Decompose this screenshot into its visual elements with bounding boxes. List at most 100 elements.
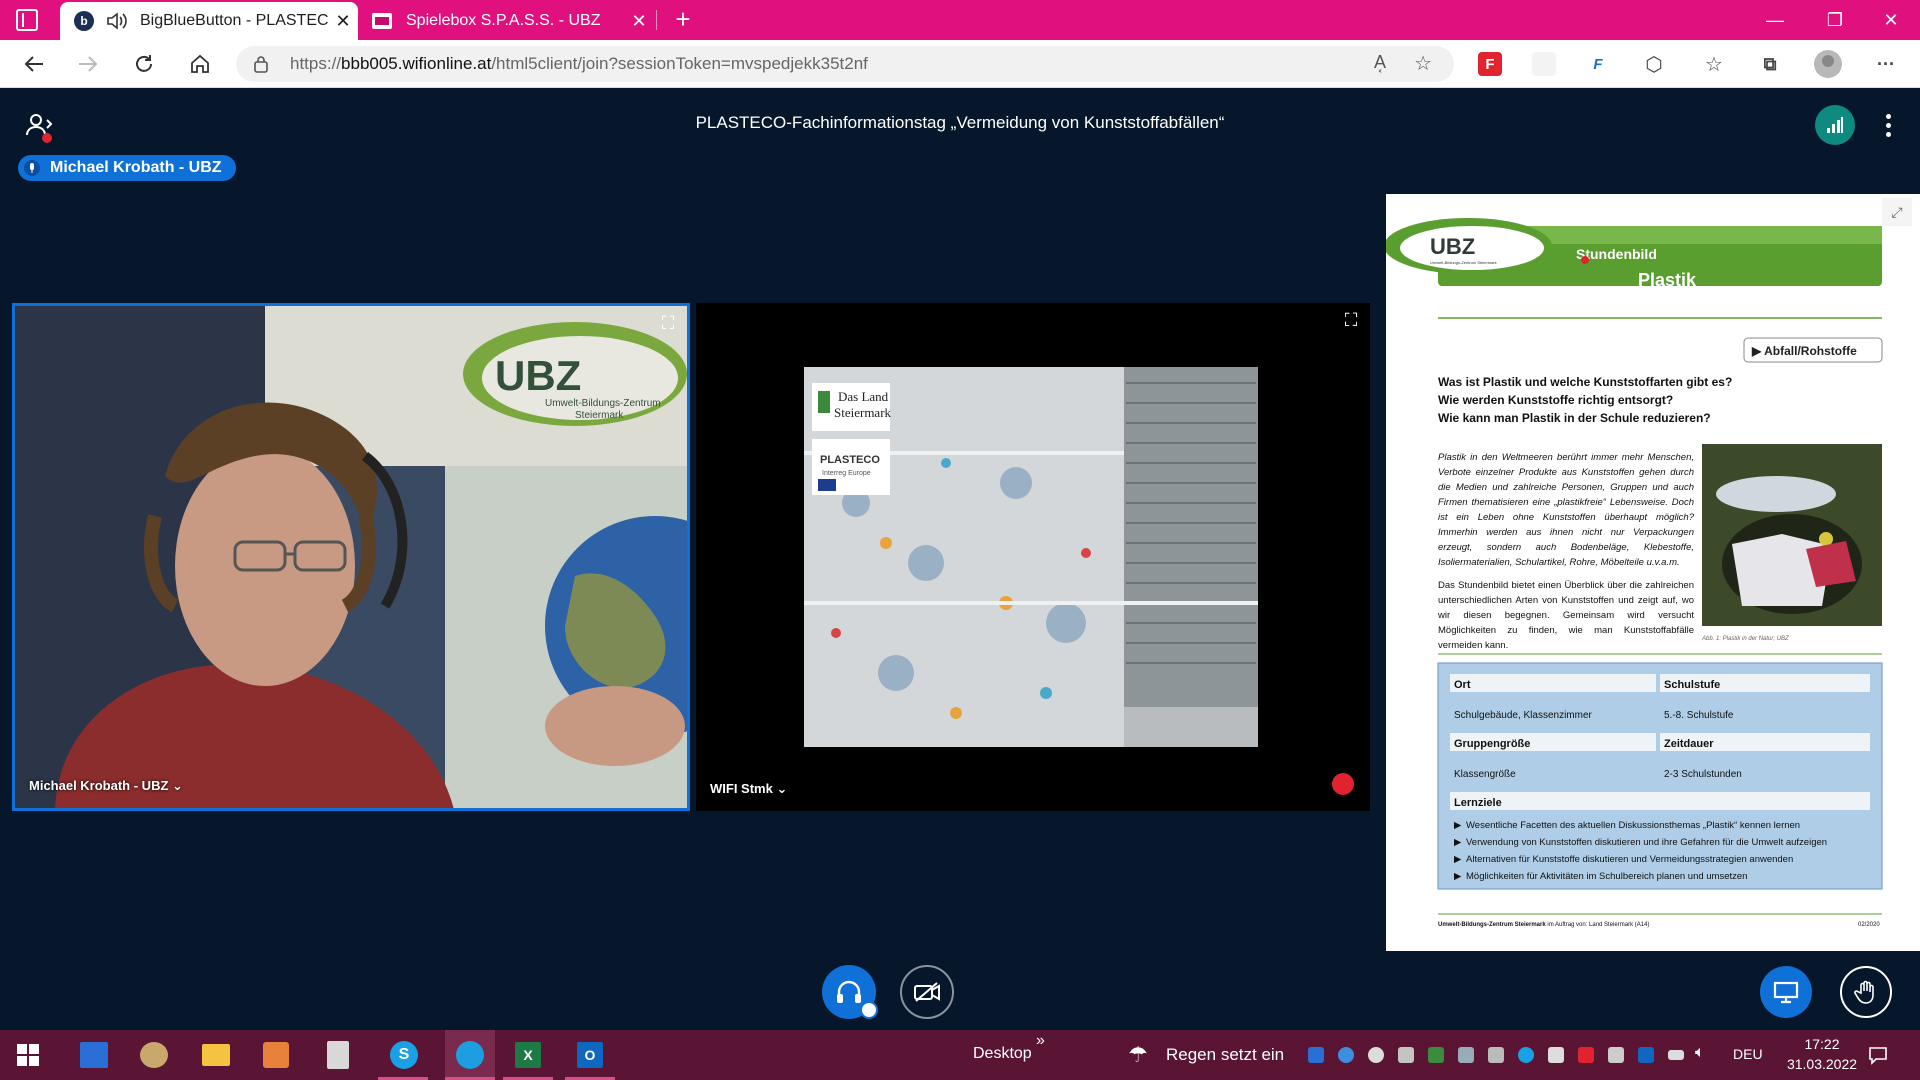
footer-rest: im Auftrag von: Land Steiermark (A14) [1546, 922, 1650, 928]
slide-header-big: Plastik [1638, 270, 1697, 290]
lock-icon[interactable] [254, 55, 268, 73]
app-excel-icon[interactable]: X [508, 1035, 548, 1075]
connection-status-button[interactable] [1815, 105, 1855, 145]
security-shield-icon[interactable] [1428, 1047, 1444, 1063]
tray-usb-icon[interactable] [1488, 1047, 1504, 1063]
info-dauer-value: 2-3 Schulstunden [1664, 769, 1742, 780]
shared-video-frame: Das Land Steiermark PLASTECO Interreg Eu… [696, 303, 1370, 811]
desktop-toolbar-label[interactable]: Desktop [973, 1045, 1032, 1063]
app-media-player-icon[interactable] [256, 1035, 296, 1075]
minimize-button[interactable]: — [1746, 0, 1804, 40]
close-window-button[interactable]: ✕ [1862, 0, 1920, 40]
back-button[interactable] [18, 48, 50, 80]
notification-dot [42, 133, 52, 143]
video-user-name[interactable]: Michael Krobath - UBZ ⌄ [29, 778, 183, 794]
video-tile-wifi[interactable]: Das Land Steiermark PLASTECO Interreg Eu… [696, 303, 1370, 811]
flash-extension-icon[interactable]: F [1478, 52, 1502, 76]
tray-people-icon[interactable] [1398, 1047, 1414, 1063]
fullscreen-icon[interactable]: ⛶ [1338, 307, 1364, 333]
umbrella-icon[interactable]: ☂ [1128, 1042, 1148, 1068]
tray-skype-icon[interactable] [1518, 1047, 1534, 1063]
webcam-off-icon [914, 982, 940, 1002]
app-outlook-icon[interactable]: O [570, 1035, 610, 1075]
refresh-button[interactable] [128, 48, 160, 80]
presentation-toggle-button[interactable] [1760, 966, 1812, 1018]
speaker-icon[interactable] [106, 11, 128, 31]
tray-outlook-icon[interactable] [1638, 1047, 1654, 1063]
plasteco-badge: PLASTECO [820, 454, 880, 466]
microphone-icon [24, 160, 40, 176]
tray-sync-icon[interactable] [1368, 1047, 1384, 1063]
footer-org: Umwelt-Bildungs-Zentrum Steiermark [1438, 922, 1546, 928]
app-calculator-icon[interactable] [318, 1035, 358, 1075]
tray-monitor-icon[interactable] [1458, 1047, 1474, 1063]
presentation-icon [1773, 981, 1799, 1004]
fullscreen-icon[interactable]: ⛶ [655, 310, 681, 336]
profile-avatar[interactable] [1814, 50, 1842, 78]
extensions-icon[interactable]: ⬡ [1642, 52, 1666, 76]
info-ort-label: Ort [1454, 679, 1471, 691]
notification-center-icon[interactable] [1860, 1035, 1896, 1075]
tab-bigbluebutton[interactable]: b BigBlueButton - PLASTECO- ✕ [60, 2, 358, 40]
more-menu-icon[interactable]: ··· [1874, 52, 1898, 76]
muted-microphone-icon [1332, 773, 1354, 795]
back-arrow-icon [24, 56, 43, 72]
ubz-logo-sub2: Steiermark [575, 410, 624, 421]
tab-spielebox[interactable]: Spielebox S.P.A.S.S. - UBZ ✕ [362, 2, 654, 40]
bbb-favicon-icon: b [74, 11, 94, 31]
toolbar-chevron[interactable]: » [1036, 1032, 1045, 1050]
land-steiermark-line2: Steiermark [834, 405, 892, 420]
options-menu-button[interactable] [1880, 109, 1896, 141]
audio-settings-caret[interactable] [860, 1001, 878, 1019]
address-bar[interactable]: https://bbb005.wifionline.at/html5client… [236, 46, 1454, 82]
new-tab-button[interactable]: + [666, 4, 700, 36]
headphones-icon [837, 980, 861, 1003]
weather-text[interactable]: Regen setzt ein [1166, 1045, 1284, 1065]
ubz-slide-logo-sub: Umwelt-Bildungs-Zentrum Steiermark [1430, 260, 1497, 265]
f-extension-icon[interactable]: F [1586, 52, 1610, 76]
favorites-icon[interactable]: ☆ [1702, 52, 1726, 76]
blank-extension-icon[interactable] [1532, 52, 1556, 76]
tab-title: BigBlueButton - PLASTECO- [140, 12, 328, 29]
info-gruppe-value: Klassengröße [1454, 769, 1516, 780]
question-1: Was ist Plastik und welche Kunststoffart… [1438, 375, 1732, 389]
app-edge-icon[interactable] [445, 1030, 495, 1080]
tray-flash-icon[interactable] [1578, 1047, 1594, 1063]
read-aloud-icon[interactable]: A͔ [1374, 52, 1386, 73]
video-user-name[interactable]: WIFI Stmk ⌄ [710, 781, 787, 797]
add-favorite-icon[interactable]: ☆ [1414, 51, 1432, 76]
forward-arrow-icon [79, 56, 98, 72]
battery-icon[interactable] [1668, 1050, 1684, 1060]
windows-logo-icon [17, 1044, 39, 1066]
info-gruppe-label: Gruppengröße [1454, 738, 1530, 750]
presentation-area[interactable]: ⤢ UBZ Umwelt-Bildungs-Zentrum Steiermark… [1386, 194, 1920, 951]
tab-close-icon[interactable]: ✕ [624, 11, 654, 32]
app-file-explorer-icon[interactable] [196, 1035, 236, 1075]
tray-printer-icon[interactable] [1548, 1047, 1564, 1063]
tray-s-icon[interactable] [1308, 1047, 1324, 1063]
tab-close-icon[interactable]: ✕ [328, 11, 358, 32]
app-snipping-icon[interactable] [74, 1035, 114, 1075]
clock-time[interactable]: 17:22 [1792, 1036, 1852, 1052]
clock-date[interactable]: 31.03.2022 [1780, 1056, 1864, 1072]
share-webcam-button[interactable] [900, 965, 954, 1019]
app-paint-icon[interactable] [134, 1035, 174, 1075]
raise-hand-button[interactable] [1840, 966, 1892, 1018]
lernziel-3: Alternativen für Kunststoffe diskutieren… [1466, 854, 1793, 865]
collections-icon[interactable]: ⧉ [1758, 52, 1782, 76]
bluetooth-icon[interactable] [1338, 1047, 1354, 1063]
maximize-button[interactable]: ❐ [1806, 0, 1864, 40]
home-button[interactable] [184, 48, 216, 80]
category-button-text: ▶ Abfall/Rohstoffe [1751, 344, 1857, 358]
app-skype-icon[interactable]: S [384, 1035, 424, 1075]
talking-indicator[interactable]: Michael Krobath - UBZ [18, 155, 236, 181]
input-language[interactable]: DEU [1733, 1046, 1763, 1062]
start-button[interactable] [8, 1035, 48, 1075]
svg-text:▶: ▶ [1454, 871, 1462, 882]
video-tile-speaker[interactable]: UBZ Umwelt-Bildungs-Zentrum Steiermark M… [12, 303, 690, 811]
volume-icon[interactable]: 🔈︎ [1695, 1044, 1705, 1062]
forward-button[interactable] [72, 48, 104, 80]
workspaces-icon[interactable] [16, 9, 38, 31]
url-text[interactable]: https://bbb005.wifionline.at/html5client… [290, 54, 868, 74]
network-icon[interactable] [1608, 1047, 1624, 1063]
